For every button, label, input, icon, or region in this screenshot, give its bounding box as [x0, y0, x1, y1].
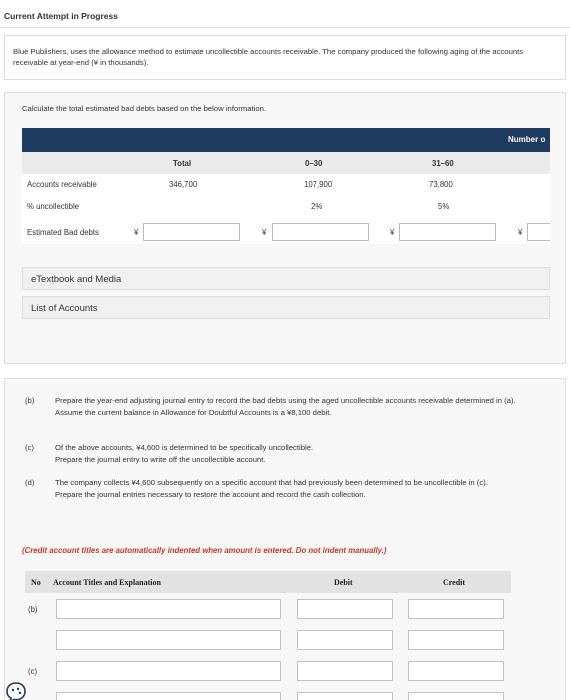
- aging-table: Number o Total 0–30 31–60 Accounts recei…: [22, 128, 550, 244]
- problem-text: Blue Publishers, uses the allowance meth…: [13, 47, 524, 67]
- aging-column-headers: Total 0–30 31–60: [22, 152, 550, 174]
- debit-input[interactable]: [297, 599, 393, 619]
- part-c-letter: (c): [25, 443, 34, 452]
- journal-table-header: No Account Titles and Explanation Debit …: [25, 571, 511, 593]
- row-label-pct-uncollectible: % uncollectible: [27, 202, 80, 211]
- account-title-input[interactable]: [56, 692, 281, 700]
- part-d-text-line1: The company collects ¥4,600 subsequently…: [55, 478, 488, 487]
- debit-input[interactable]: [297, 661, 393, 681]
- number-of-days-header: Number o: [508, 135, 546, 144]
- yen-sign-number: ¥: [518, 228, 523, 237]
- debit-input[interactable]: [297, 630, 393, 650]
- yen-sign-0-30: ¥: [262, 228, 267, 237]
- col-31-60-header: 31–60: [432, 159, 454, 168]
- pct-31-60-value: 5%: [438, 202, 450, 211]
- credit-input[interactable]: [408, 661, 504, 681]
- list-of-accounts-label: List of Accounts: [31, 303, 98, 314]
- page: Current Attempt in Progress Blue Publish…: [0, 0, 570, 700]
- ar-0-30-value: 107,900: [304, 180, 333, 189]
- attempt-status-bar: Current Attempt in Progress: [0, 0, 570, 28]
- row-label-accounts-receivable: Accounts receivable: [27, 180, 97, 189]
- part-b-letter: (b): [25, 396, 35, 405]
- header-no: No: [31, 578, 41, 587]
- part-d-letter: (d): [25, 478, 35, 487]
- account-title-input[interactable]: [56, 599, 281, 619]
- header-debit: Debit: [334, 578, 353, 587]
- part-a-instruction: Calculate the total estimated bad debts …: [22, 104, 267, 113]
- part-b-text-line1: Prepare the year-end adjusting journal e…: [55, 396, 516, 405]
- list-of-accounts-link[interactable]: List of Accounts: [22, 296, 550, 319]
- etextbook-media-label: eTextbook and Media: [31, 274, 122, 285]
- part-a-panel: Calculate the total estimated bad debts …: [4, 92, 566, 364]
- part-c-text-line2: Prepare the journal entry to write off t…: [55, 454, 266, 464]
- bad-debts-0-30-input[interactable]: [272, 223, 369, 241]
- part-b-text: Prepare the year-end adjusting journal e…: [55, 395, 525, 418]
- attempt-status-text: Current Attempt in Progress: [4, 11, 118, 21]
- ar-31-60-value: 73,800: [429, 180, 453, 189]
- col-total-header: Total: [173, 159, 192, 168]
- problem-statement: Blue Publishers, uses the allowance meth…: [4, 35, 566, 80]
- bad-debts-31-60-input[interactable]: [399, 223, 496, 241]
- row-label-estimated-bad-debts: Estimated Bad debts: [27, 228, 99, 237]
- part-d-text-line2: Prepare the journal entries necessary to…: [55, 489, 366, 499]
- credit-input[interactable]: [408, 630, 504, 650]
- credit-input[interactable]: [408, 599, 504, 619]
- bad-debts-total-input[interactable]: [143, 223, 240, 241]
- part-b-d-panel: (b) Prepare the year-end adjusting journ…: [4, 378, 566, 700]
- col-0-30-header: 0–30: [305, 159, 323, 168]
- indent-note: (Credit account titles are automatically…: [22, 546, 387, 555]
- aging-table-header: Number o: [22, 128, 550, 152]
- bad-debts-number-input[interactable]: [527, 223, 550, 241]
- ar-total-value: 346,700: [169, 180, 198, 189]
- account-title-input[interactable]: [56, 661, 281, 681]
- pct-0-30-value: 2%: [311, 202, 323, 211]
- journal-ref-c: (c): [28, 667, 38, 676]
- part-d-text: The company collects ¥4,600 subsequently…: [55, 477, 525, 500]
- debit-input[interactable]: [297, 692, 393, 700]
- credit-input[interactable]: [408, 692, 504, 700]
- yen-sign-31-60: ¥: [390, 228, 395, 237]
- account-title-input[interactable]: [56, 630, 281, 650]
- etextbook-media-link[interactable]: eTextbook and Media: [22, 267, 550, 290]
- part-b-text-line2: Assume the current balance in Allowance …: [55, 407, 332, 417]
- journal-ref-b: (b): [28, 605, 38, 614]
- header-credit: Credit: [443, 578, 466, 587]
- part-c-text: Of the above accounts, ¥4,600 is determi…: [55, 442, 525, 465]
- header-account-titles: Account Titles and Explanation: [53, 578, 161, 587]
- yen-sign-total: ¥: [134, 228, 139, 237]
- part-c-text-line1: Of the above accounts, ¥4,600 is determi…: [55, 443, 314, 452]
- help-bubble-icon[interactable]: [5, 681, 27, 700]
